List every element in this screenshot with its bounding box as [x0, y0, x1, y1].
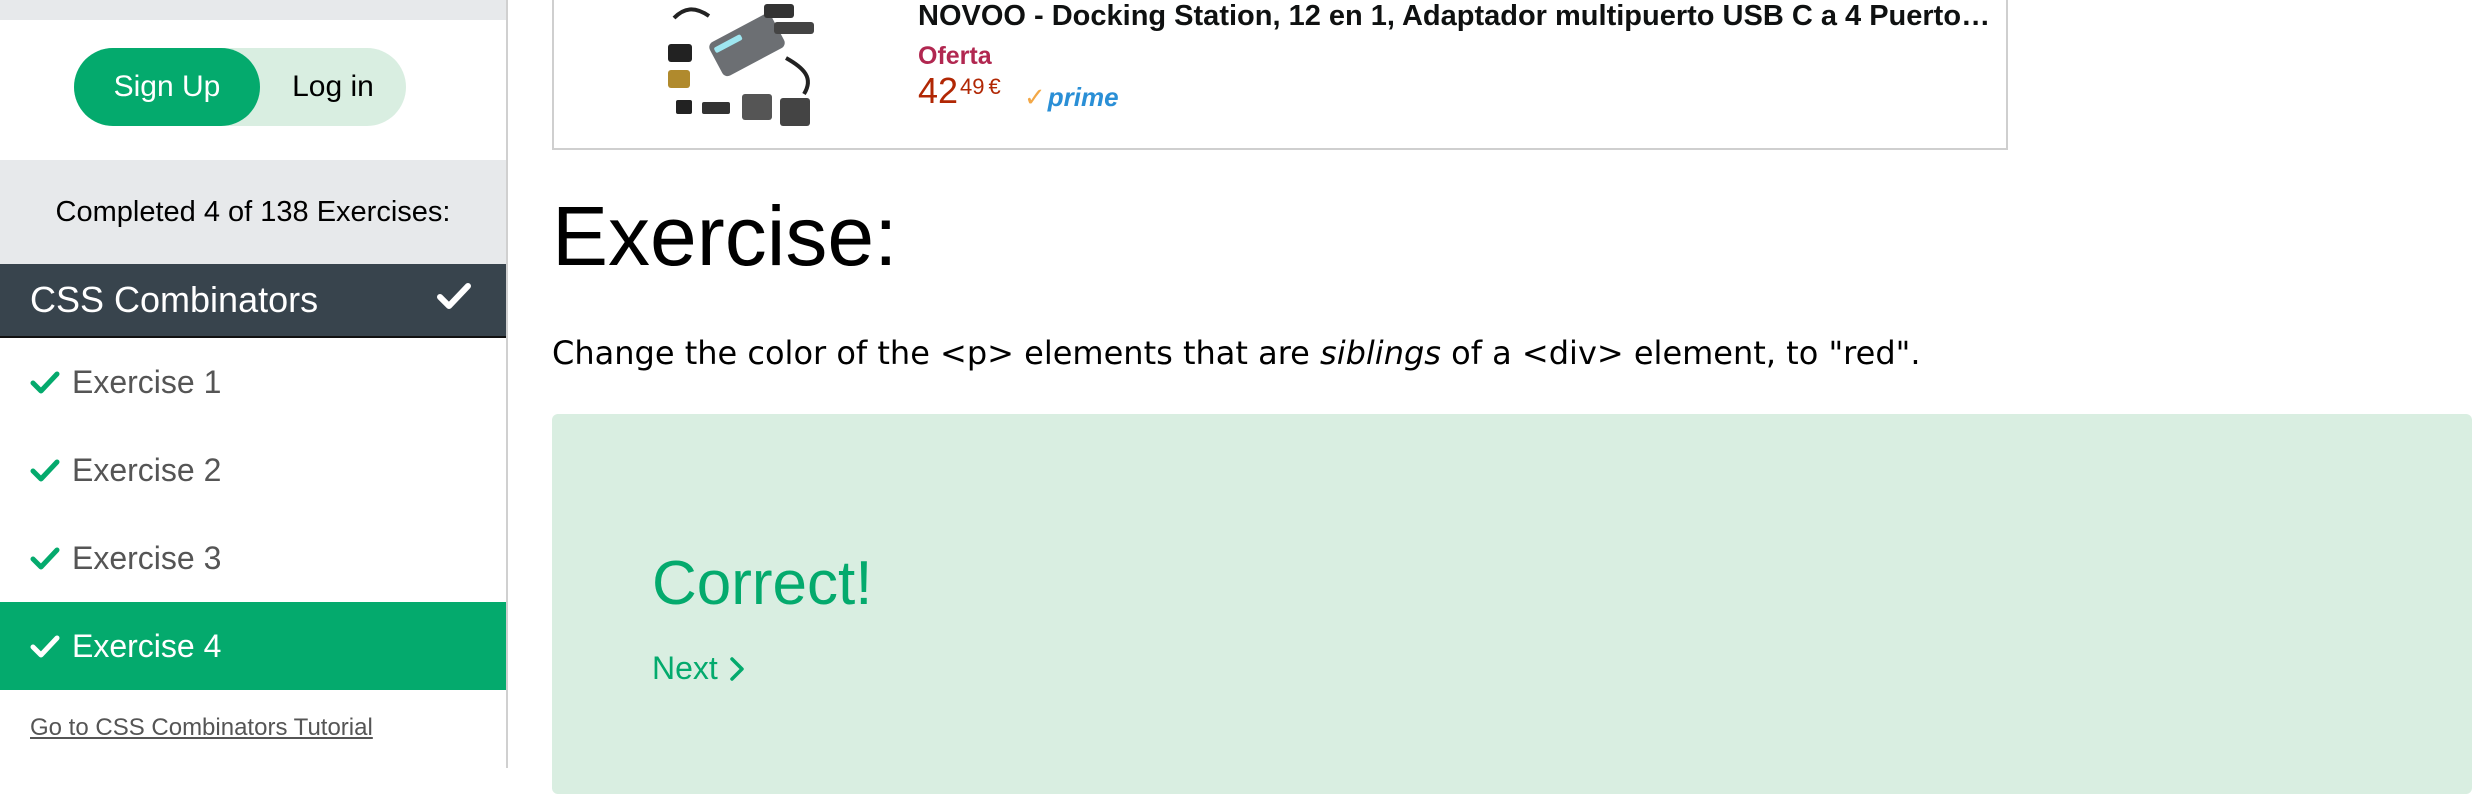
exercise-label: Exercise 2 — [72, 451, 222, 488]
tutorial-link[interactable]: Go to CSS Combinators Tutorial — [30, 714, 373, 742]
exercise-item-4[interactable]: Exercise 4 — [0, 602, 506, 690]
chevron-right-icon — [728, 656, 746, 682]
instruction-emphasis: siblings — [1320, 334, 1441, 372]
check-icon — [30, 543, 60, 573]
check-icon — [30, 367, 60, 397]
exercise-item-3[interactable]: Exercise 3 — [0, 514, 506, 602]
price-whole: 42 — [918, 70, 959, 111]
ad-title[interactable]: NOVOO - Docking Station, 12 en 1, Adapta… — [918, 0, 1998, 33]
instruction-text-end: of a <div> element, to "red". — [1440, 334, 1921, 372]
check-icon — [30, 455, 60, 485]
next-label: Next — [652, 650, 718, 686]
price: 42 49 € — [918, 70, 1001, 112]
price-currency: € — [988, 74, 1001, 99]
prime-label: prime — [1047, 82, 1119, 112]
price-fraction: 49 — [960, 74, 985, 99]
exercise-item-1[interactable]: Exercise 1 — [0, 338, 506, 426]
instruction-text: Change the color of the <p> elements tha… — [552, 334, 1321, 372]
section-title: CSS Combinators — [30, 279, 319, 320]
sidebar-top-strip — [0, 0, 506, 20]
check-icon — [30, 631, 60, 661]
product-image[interactable] — [654, 0, 824, 142]
sidebar: Sign Up Log in Completed 4 of 138 Exerci… — [0, 0, 508, 768]
prime-check-icon: ✓ — [1024, 82, 1046, 112]
prime-badge: ✓prime — [1024, 82, 1119, 113]
result-message: Correct! — [652, 549, 873, 618]
exercise-instruction: Change the color of the <p> elements tha… — [552, 334, 1921, 372]
exercise-list: Exercise 1 Exercise 2 Exercise 3 Exercis… — [0, 338, 506, 768]
exercise-label: Exercise 3 — [72, 539, 222, 576]
exercise-label: Exercise 1 — [72, 363, 222, 400]
result-panel: Correct! Next — [552, 414, 2472, 794]
auth-box: Sign Up Log in — [0, 20, 506, 160]
progress-text: Completed 4 of 138 Exercises: — [55, 196, 451, 228]
deal-badge: Oferta — [918, 42, 992, 70]
login-button[interactable]: Log in — [260, 48, 406, 126]
page-title: Exercise: — [552, 189, 898, 283]
exercise-label: Exercise 4 — [72, 627, 222, 664]
check-icon — [436, 278, 472, 323]
next-button[interactable]: Next — [652, 650, 746, 687]
signup-button[interactable]: Sign Up — [74, 48, 260, 126]
section-header[interactable]: CSS Combinators — [0, 264, 506, 338]
ad-banner[interactable]: NOVOO - Docking Station, 12 en 1, Adapta… — [552, 0, 2008, 150]
exercise-item-2[interactable]: Exercise 2 — [0, 426, 506, 514]
auth-pill: Sign Up Log in — [74, 48, 406, 126]
